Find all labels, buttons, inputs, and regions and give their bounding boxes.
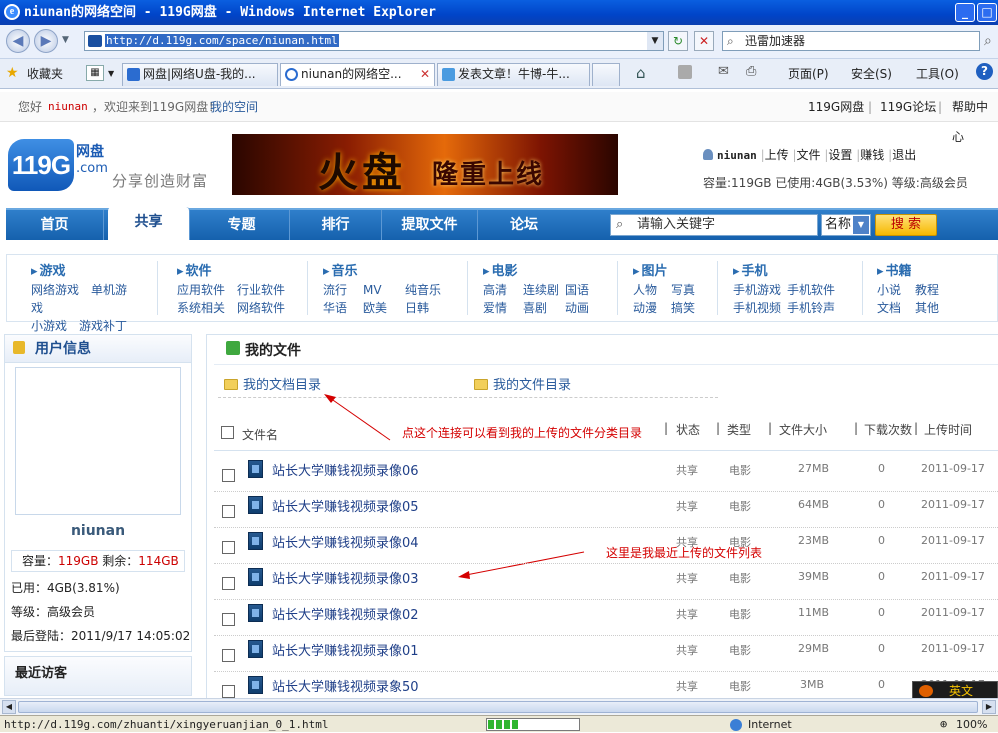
scroll-left-icon[interactable]: ◀ xyxy=(2,700,16,714)
file-date: 2011-09-17 xyxy=(921,534,985,547)
file-name-link[interactable]: 站长大学赚钱视频录像04 xyxy=(272,532,419,551)
file-name-link[interactable]: 站长大学赚钱视频录象50 xyxy=(272,676,419,695)
col-status[interactable]: 状态 xyxy=(676,421,700,438)
file-date: 2011-09-17 xyxy=(921,570,985,583)
file-type: 电影 xyxy=(729,572,751,585)
zoom-level[interactable]: 100% xyxy=(956,716,987,733)
file-date: 2011-09-17 xyxy=(921,606,985,619)
file-type: 电影 xyxy=(729,680,751,693)
annotation-arrow-1 xyxy=(329,397,391,441)
row-checkbox[interactable] xyxy=(222,577,235,590)
video-file-icon xyxy=(248,460,263,478)
file-size: 23MB xyxy=(798,534,830,547)
row-checkbox[interactable] xyxy=(222,649,235,662)
file-downloads: 0 xyxy=(878,606,885,619)
table-row[interactable]: 站长大学赚钱视频录像04 共享 电影 23MB 0 2011-09-17 xyxy=(214,528,998,564)
file-status: 共享 xyxy=(676,680,698,693)
header-divider xyxy=(214,450,998,451)
row-checkbox[interactable] xyxy=(222,613,235,626)
video-file-icon xyxy=(248,496,263,514)
ime-logo-icon xyxy=(919,685,933,697)
file-date: 2011-09-17 xyxy=(921,642,985,655)
file-downloads: 0 xyxy=(878,678,885,691)
progress-bar xyxy=(486,718,580,731)
file-status: 共享 xyxy=(676,536,698,549)
table-row[interactable]: 站长大学赚钱视频录像06 共享 电影 27MB 0 2011-09-17 xyxy=(214,456,998,492)
video-file-icon xyxy=(248,532,263,550)
file-date: 2011-09-17 xyxy=(921,498,985,511)
file-type: 电影 xyxy=(729,644,751,657)
col-divider: | xyxy=(716,421,721,435)
row-checkbox[interactable] xyxy=(222,505,235,518)
col-filename[interactable]: 文件名 xyxy=(242,426,278,443)
select-all-checkbox[interactable] xyxy=(221,426,234,439)
col-size[interactable]: 文件大小 xyxy=(779,421,827,438)
file-type: 电影 xyxy=(729,608,751,621)
file-type: 电影 xyxy=(729,536,751,549)
file-status: 共享 xyxy=(676,572,698,585)
file-downloads: 0 xyxy=(878,462,885,475)
file-status: 共享 xyxy=(676,500,698,513)
file-downloads: 0 xyxy=(878,642,885,655)
video-file-icon xyxy=(248,568,263,586)
col-upload-time[interactable]: 上传时间 xyxy=(924,421,972,438)
file-name-link[interactable]: 站长大学赚钱视频录像05 xyxy=(272,496,419,515)
file-downloads: 0 xyxy=(878,534,885,547)
file-name-link[interactable]: 站长大学赚钱视频录像02 xyxy=(272,604,419,623)
status-url: http://d.119g.com/zhuanti/xingyeruanjian… xyxy=(4,718,329,731)
file-size: 3MB xyxy=(800,678,825,691)
horizontal-scrollbar[interactable]: ◀ ▶ xyxy=(0,698,998,715)
col-type[interactable]: 类型 xyxy=(727,421,751,438)
file-size: 64MB xyxy=(798,498,830,511)
col-divider: | xyxy=(768,421,773,435)
file-status: 共享 xyxy=(676,608,698,621)
table-row[interactable]: 站长大学赚钱视频录像05 共享 电影 64MB 0 2011-09-17 xyxy=(214,492,998,528)
progress-fill xyxy=(488,720,518,729)
file-name-link[interactable]: 站长大学赚钱视频录像03 xyxy=(272,568,419,587)
row-checkbox[interactable] xyxy=(222,541,235,554)
col-divider: | xyxy=(664,421,669,435)
zone-text: Internet xyxy=(748,718,792,731)
scroll-right-icon[interactable]: ▶ xyxy=(982,700,996,714)
zoom-icon[interactable]: ⊕ xyxy=(940,716,947,733)
col-divider: | xyxy=(914,421,919,435)
file-size: 39MB xyxy=(798,570,830,583)
col-divider: | xyxy=(854,421,859,435)
scroll-thumb[interactable] xyxy=(18,701,978,713)
file-downloads: 0 xyxy=(878,498,885,511)
file-type: 电影 xyxy=(729,464,751,477)
file-size: 29MB xyxy=(798,642,830,655)
annotation-text-1: 点这个连接可以看到我的上传的文件分类目录 xyxy=(402,426,643,440)
internet-zone-icon xyxy=(730,719,742,731)
table-row[interactable]: 站长大学赚钱视频录像01 共享 电影 29MB 0 2011-09-17 xyxy=(214,636,998,672)
file-status: 共享 xyxy=(676,644,698,657)
file-status: 共享 xyxy=(676,464,698,477)
row-checkbox[interactable] xyxy=(222,469,235,482)
file-type: 电影 xyxy=(729,500,751,513)
video-file-icon xyxy=(248,676,263,694)
table-row[interactable]: 站长大学赚钱视频录像03 共享 电影 39MB 0 2011-09-17 xyxy=(214,564,998,600)
file-size: 27MB xyxy=(798,462,830,475)
file-size: 11MB xyxy=(798,606,830,619)
file-downloads: 0 xyxy=(878,570,885,583)
status-bar: http://d.119g.com/zhuanti/xingyeruanjian… xyxy=(0,715,998,732)
table-row[interactable]: 站长大学赚钱视频录像02 共享 电影 11MB 0 2011-09-17 xyxy=(214,600,998,636)
col-downloads[interactable]: 下载次数 xyxy=(864,421,912,438)
arrowhead-icon xyxy=(324,394,336,403)
video-file-icon xyxy=(248,640,263,658)
table-row[interactable]: 站长大学赚钱视频录象50 共享 电影 3MB 0 2011-09-17 xyxy=(214,672,998,698)
file-name-link[interactable]: 站长大学赚钱视频录像06 xyxy=(272,460,419,479)
video-file-icon xyxy=(248,604,263,622)
file-name-link[interactable]: 站长大学赚钱视频录像01 xyxy=(272,640,419,659)
file-date: 2011-09-17 xyxy=(921,462,985,475)
row-checkbox[interactable] xyxy=(222,685,235,698)
